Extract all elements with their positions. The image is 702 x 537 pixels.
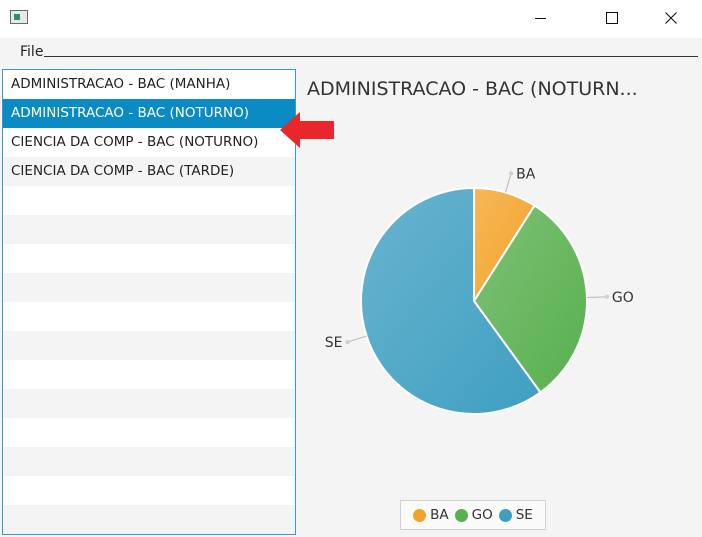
red-arrow-annotation [280,112,334,148]
list-empty-row [3,215,295,244]
list-empty-row [3,273,295,302]
list-empty-row [3,447,295,476]
legend-dot-icon [413,508,427,522]
close-icon[interactable] [648,0,694,36]
legend-dot-icon [454,508,468,522]
list-item[interactable]: ADMINISTRACAO - BAC (MANHA) [3,70,295,99]
minimize-icon[interactable] [517,0,563,36]
pie-chart: BA GO SE [325,166,634,415]
pie-label-line-se [347,335,367,343]
list-empty-row [3,244,295,273]
pie-label-line-ba [505,173,512,193]
legend-item-se: SE [498,507,533,523]
window-titlebar [0,0,702,38]
menu-file[interactable]: File [20,44,43,60]
legend-item-ba: BA [413,507,449,523]
legend-dot-icon [498,508,512,522]
pie-label-go: GO [612,290,634,306]
chart-legend: BA GO SE [400,500,546,530]
list-empty-row [3,360,295,389]
list-empty-row [3,302,295,331]
legend-label: BA [430,507,449,523]
pie-label-dot-go [604,294,610,300]
pie-label-dot-ba [508,171,514,176]
legend-label: SE [515,507,533,523]
list-empty-row [3,331,295,360]
legend-item-go: GO [454,507,493,523]
pie-label-se: SE [325,335,343,351]
list-empty-row [3,418,295,447]
course-list[interactable]: ADMINISTRACAO - BAC (MANHA) ADMINISTRACAO… [2,69,296,535]
list-empty-row [3,186,295,215]
pie-label-ba: BA [516,166,536,182]
list-item[interactable]: ADMINISTRACAO - BAC (NOTURNO) [3,99,295,128]
list-empty-row [3,389,295,418]
pie-label-dot-se [345,339,350,345]
menu-divider [44,56,698,57]
app-icon [10,10,28,24]
menubar: File [0,38,702,69]
list-item[interactable]: CIENCIA DA COMP - BAC (NOTURNO) [3,128,295,157]
list-empty-row [3,505,295,534]
list-item[interactable]: CIENCIA DA COMP - BAC (TARDE) [3,157,295,186]
pie-label-line-go [586,296,607,298]
list-empty-row [3,476,295,505]
legend-label: GO [471,507,493,523]
maximize-icon[interactable] [589,0,635,36]
